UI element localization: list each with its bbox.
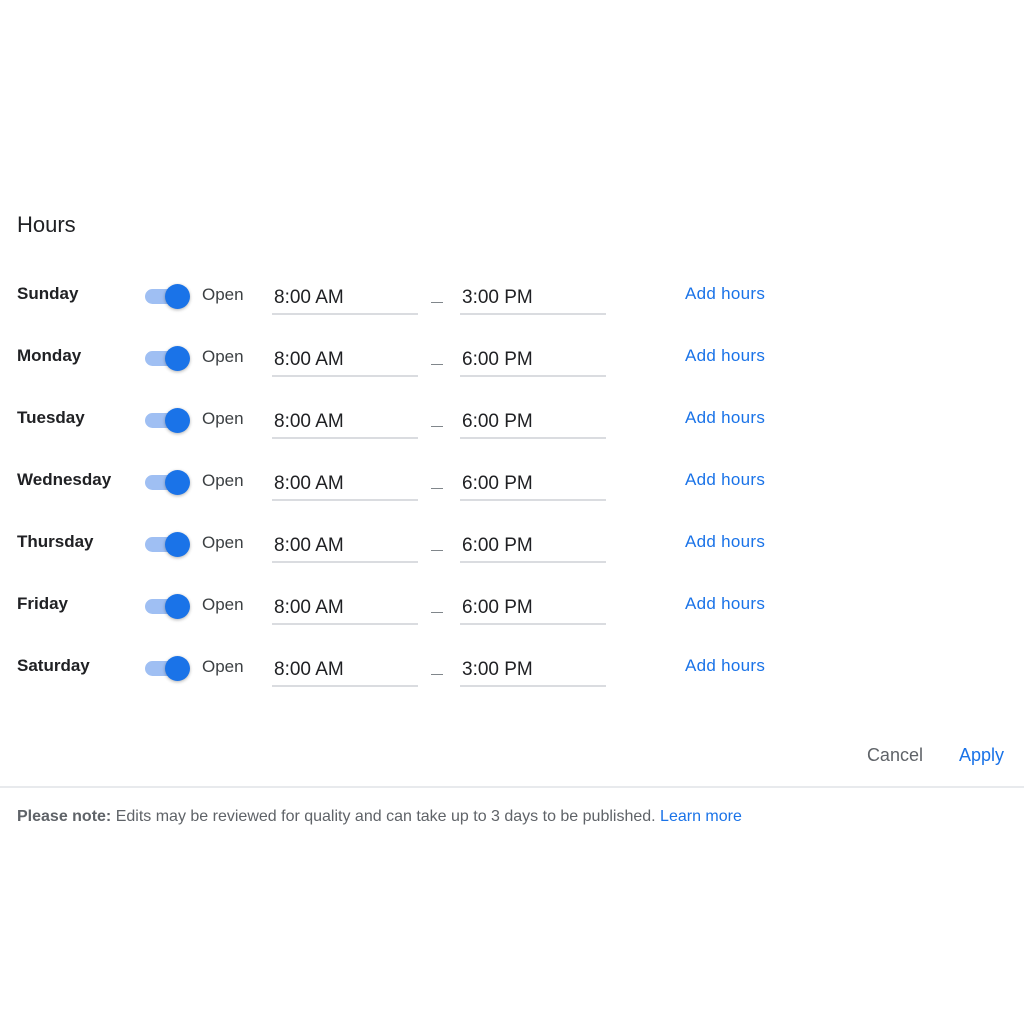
status-label: Open	[202, 409, 244, 428]
open-toggle[interactable]	[145, 469, 191, 495]
dash-icon	[431, 364, 443, 365]
day-row-sunday: Sunday Open Add hours	[0, 264, 1024, 326]
day-label: Saturday	[17, 656, 90, 675]
toggle-thumb	[165, 470, 190, 495]
open-toggle[interactable]	[145, 283, 191, 309]
dash-icon	[431, 674, 443, 675]
toggle-thumb	[165, 656, 190, 681]
hours-editor: Hours Sunday Open Add hours Monday Open …	[0, 0, 1024, 1024]
opening-time-field[interactable]	[272, 650, 418, 687]
section-title: Hours	[17, 212, 76, 237]
closing-time-field[interactable]	[460, 588, 606, 625]
opening-time-field[interactable]	[272, 278, 418, 315]
cancel-button[interactable]: Cancel	[867, 745, 923, 766]
toggle-thumb	[165, 408, 190, 433]
day-row-monday: Monday Open Add hours	[0, 326, 1024, 388]
note-text: Edits may be reviewed for quality and ca…	[111, 808, 661, 825]
note-prefix: Please note:	[17, 808, 112, 825]
add-hours-link[interactable]: Add hours	[685, 470, 765, 490]
add-hours-link[interactable]: Add hours	[685, 594, 765, 614]
opening-time-field[interactable]	[272, 340, 418, 377]
day-row-friday: Friday Open Add hours	[0, 574, 1024, 636]
dash-icon	[431, 612, 443, 613]
status-label: Open	[202, 347, 244, 366]
add-hours-link[interactable]: Add hours	[685, 656, 765, 676]
day-label: Tuesday	[17, 408, 85, 427]
opening-time-field[interactable]	[272, 402, 418, 439]
opening-time-field[interactable]	[272, 526, 418, 563]
dash-icon	[431, 426, 443, 427]
status-label: Open	[202, 657, 244, 676]
apply-button[interactable]: Apply	[959, 745, 1004, 766]
hours-list: Sunday Open Add hours Monday Open Add ho…	[0, 264, 1024, 698]
learn-more-link[interactable]: Learn more	[660, 808, 742, 825]
opening-time-field[interactable]	[272, 464, 418, 501]
dash-icon	[431, 488, 443, 489]
closing-time-field[interactable]	[460, 650, 606, 687]
add-hours-link[interactable]: Add hours	[685, 408, 765, 428]
closing-time-field[interactable]	[460, 278, 606, 315]
open-toggle[interactable]	[145, 593, 191, 619]
closing-time-field[interactable]	[460, 340, 606, 377]
review-note: Please note: Edits may be reviewed for q…	[17, 808, 742, 826]
toggle-thumb	[165, 532, 190, 557]
day-label: Friday	[17, 594, 69, 613]
add-hours-link[interactable]: Add hours	[685, 346, 765, 366]
status-label: Open	[202, 533, 244, 552]
open-toggle[interactable]	[145, 345, 191, 371]
toggle-thumb	[165, 284, 190, 309]
day-row-saturday: Saturday Open Add hours	[0, 636, 1024, 698]
toggle-thumb	[165, 346, 190, 371]
open-toggle[interactable]	[145, 407, 191, 433]
closing-time-field[interactable]	[460, 402, 606, 439]
dash-icon	[431, 550, 443, 551]
day-row-thursday: Thursday Open Add hours	[0, 512, 1024, 574]
status-label: Open	[202, 471, 244, 490]
open-toggle[interactable]	[145, 531, 191, 557]
day-label: Monday	[17, 346, 82, 365]
day-row-tuesday: Tuesday Open Add hours	[0, 388, 1024, 450]
closing-time-field[interactable]	[460, 464, 606, 501]
closing-time-field[interactable]	[460, 526, 606, 563]
status-label: Open	[202, 595, 244, 614]
divider	[0, 786, 1024, 788]
day-label: Sunday	[17, 284, 79, 303]
day-label: Thursday	[17, 532, 94, 551]
opening-time-field[interactable]	[272, 588, 418, 625]
status-label: Open	[202, 285, 244, 304]
day-row-wednesday: Wednesday Open Add hours	[0, 450, 1024, 512]
open-toggle[interactable]	[145, 655, 191, 681]
add-hours-link[interactable]: Add hours	[685, 284, 765, 304]
dash-icon	[431, 302, 443, 303]
day-label: Wednesday	[17, 470, 112, 489]
add-hours-link[interactable]: Add hours	[685, 532, 765, 552]
dialog-actions: Cancel Apply	[867, 745, 1004, 766]
toggle-thumb	[165, 594, 190, 619]
